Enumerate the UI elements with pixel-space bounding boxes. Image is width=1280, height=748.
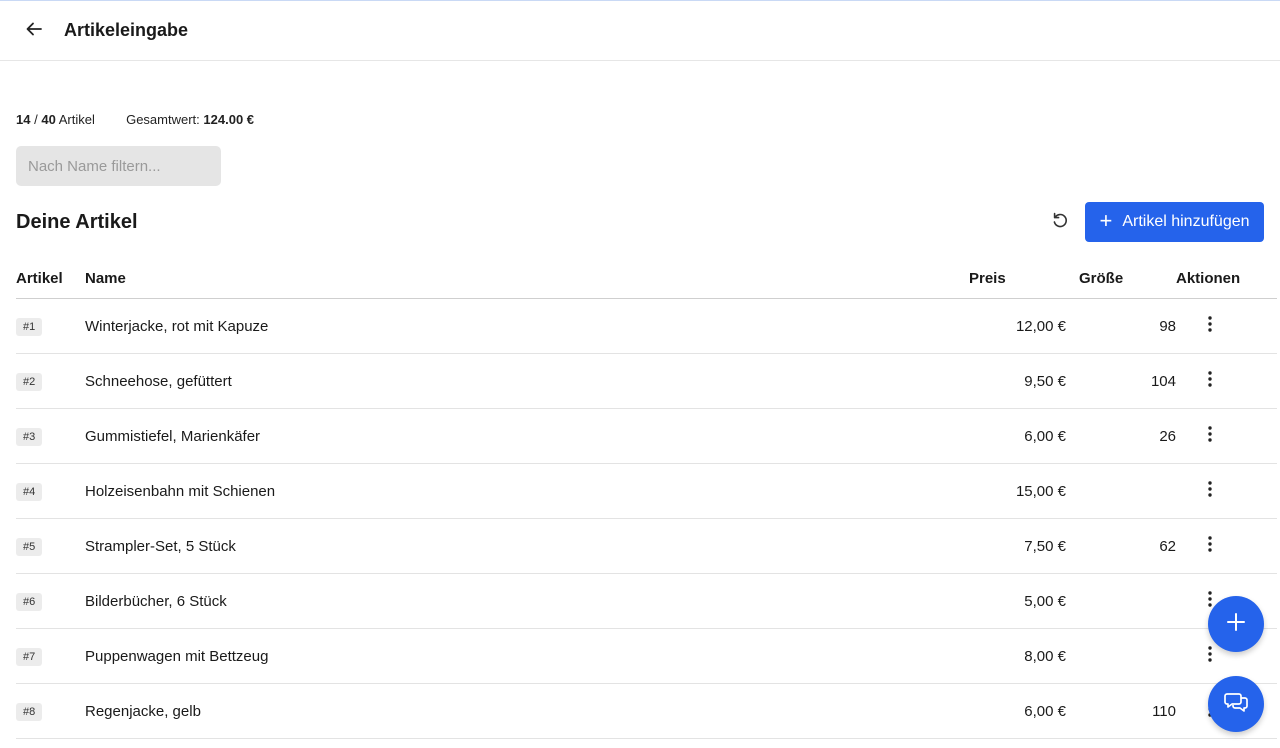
article-id-cell: #7 [16,628,85,684]
article-price: 9,50 € [969,353,1066,409]
plus-icon [1225,611,1247,638]
add-article-label: Artikel hinzufügen [1122,213,1250,230]
article-id-cell: #8 [16,683,85,739]
column-header-size: Größe [1066,258,1176,299]
total-value-label: Gesamtwert: [126,112,200,127]
more-vertical-icon [1208,426,1212,446]
column-header-article: Artikel [16,258,85,299]
article-id-cell: #1 [16,298,85,354]
actions-cell [1176,408,1277,464]
more-vertical-icon [1208,371,1212,391]
app-bar: Artikeleingabe [0,1,1280,61]
article-id-badge: #1 [16,317,43,336]
article-id-badge: #2 [16,372,43,391]
actions-cell [1176,353,1277,409]
article-size [1066,573,1176,629]
table-row: #7 Puppenwagen mit Bettzeug 8,00 € [16,628,1277,684]
article-id-badge: #8 [16,702,43,721]
column-header-name: Name [85,258,969,299]
table-header-row: Artikel Name Preis Größe Aktionen [16,258,1277,299]
article-price: 6,00 € [969,408,1066,464]
article-id-cell: #5 [16,518,85,574]
article-price: 5,00 € [969,573,1066,629]
article-name: Schneehose, gefüttert [85,353,969,409]
table-row: #2 Schneehose, gefüttert 9,50 €104 [16,353,1277,409]
article-size: 110 [1066,683,1176,739]
article-name: Strampler-Set, 5 Stück [85,518,969,574]
article-price: 8,00 € [969,628,1066,684]
article-name: Bilderbücher, 6 Stück [85,573,969,629]
reset-button[interactable] [1044,206,1076,238]
article-size: 98 [1066,298,1176,354]
column-header-actions: Aktionen [1176,258,1277,299]
refresh-icon [1051,211,1069,234]
table-row: #1 Winterjacke, rot mit Kapuze 12,00 €98 [16,298,1277,354]
article-id-badge: #7 [16,647,43,666]
row-menu-button[interactable] [1198,644,1222,668]
actions-cell [1176,518,1277,574]
floating-add-button[interactable] [1208,596,1264,652]
row-menu-button[interactable] [1198,534,1222,558]
row-menu-button[interactable] [1198,369,1222,393]
more-vertical-icon [1208,481,1212,501]
table-row: #5 Strampler-Set, 5 Stück 7,50 €62 [16,518,1277,574]
article-id-cell: #2 [16,353,85,409]
more-vertical-icon [1208,536,1212,556]
row-menu-button[interactable] [1198,479,1222,503]
article-stats: 14 / 40 Artikel Gesamtwert: 124.00 € [16,112,254,127]
article-price: 6,00 € [969,683,1066,739]
section-title: Deine Artikel [16,211,138,233]
article-price: 12,00 € [969,298,1066,354]
article-price: 7,50 € [969,518,1066,574]
count-separator: / [34,112,38,127]
article-size: 26 [1066,408,1176,464]
table-row: #4 Holzeisenbahn mit Schienen 15,00 € [16,463,1277,519]
table-row: #6 Bilderbücher, 6 Stück 5,00 € [16,573,1277,629]
table-row: #3 Gummistiefel, Marienkäfer 6,00 €26 [16,408,1277,464]
article-id-cell: #4 [16,463,85,519]
plus-icon: + [1099,208,1113,233]
article-size [1066,628,1176,684]
chat-icon [1223,689,1249,720]
more-vertical-icon [1208,646,1212,666]
column-header-price: Preis [969,258,1066,299]
actions-cell [1176,298,1277,354]
row-menu-button[interactable] [1198,314,1222,338]
more-vertical-icon [1208,316,1212,336]
article-size [1066,463,1176,519]
article-id-cell: #3 [16,408,85,464]
page-title: Artikeleingabe [64,20,189,40]
article-price: 15,00 € [969,463,1066,519]
articles-table: Artikel Name Preis Größe Aktionen #1 Wint… [16,258,1277,739]
article-max: 40 [41,112,56,127]
article-name: Holzeisenbahn mit Schienen [85,463,969,519]
article-id-badge: #3 [16,427,43,446]
article-name: Winterjacke, rot mit Kapuze [85,298,969,354]
article-name: Gummistiefel, Marienkäfer [85,408,969,464]
article-name: Puppenwagen mit Bettzeug [85,628,969,684]
chat-button[interactable] [1208,676,1264,732]
article-count: 14 [16,112,31,127]
total-value: 124.00 € [203,112,255,127]
article-id-cell: #6 [16,573,85,629]
article-id-badge: #4 [16,482,43,501]
actions-cell [1176,463,1277,519]
article-size: 104 [1066,353,1176,409]
article-unit: Artikel [58,112,95,127]
name-filter-input[interactable] [16,146,221,186]
article-name: Regenjacke, gelb [85,683,969,739]
arrow-left-icon [25,20,43,43]
article-id-badge: #5 [16,537,43,556]
add-article-button[interactable]: + Artikel hinzufügen [1085,202,1264,242]
row-menu-button[interactable] [1198,424,1222,448]
back-button[interactable] [18,15,50,47]
table-row: #8 Regenjacke, gelb 6,00 €110 [16,683,1277,739]
article-size: 62 [1066,518,1176,574]
article-id-badge: #6 [16,592,43,611]
